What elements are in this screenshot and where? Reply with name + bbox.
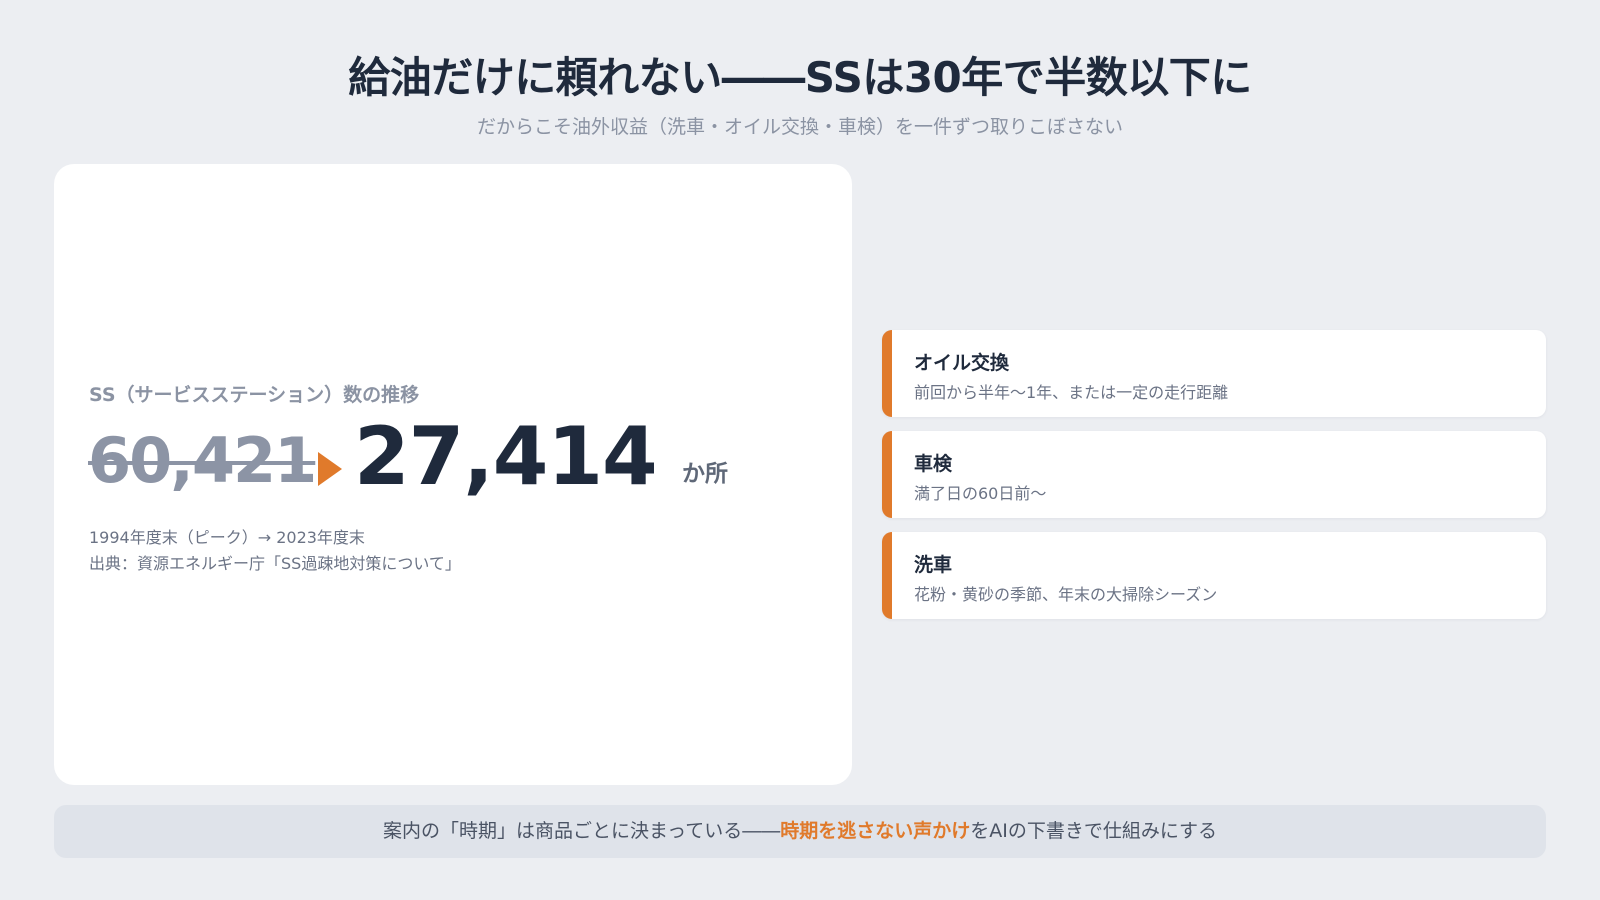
triangle-right-icon bbox=[318, 452, 342, 486]
timing-card-desc: 満了日の60日前〜 bbox=[914, 484, 1047, 503]
timing-card-title: オイル交換 bbox=[914, 352, 1010, 374]
page-title: 給油だけに頼れない――SSは30年で半数以下に bbox=[348, 53, 1252, 102]
stat-card: SS（サービスステーション）数の推移 60,421 27,414 か所 1994… bbox=[54, 164, 852, 785]
banner-prefix: 案内の「時期」は商品ごとに決まっている―― bbox=[382, 820, 781, 842]
old-value: 60,421 bbox=[88, 424, 317, 497]
slide: 給油だけに頼れない――SSは30年で半数以下に だからこそ油外収益（洗車・オイル… bbox=[0, 0, 1600, 900]
new-value: 27,414 bbox=[354, 410, 658, 503]
value-unit: か所 bbox=[682, 461, 728, 487]
stat-label: SS（サービスステーション）数の推移 bbox=[89, 384, 420, 406]
timing-card-title: 車検 bbox=[914, 453, 953, 475]
timing-card-desc: 前回から半年〜1年、または一定の走行距離 bbox=[914, 383, 1229, 402]
timing-card-inspection: 車検 満了日の60日前〜 bbox=[882, 431, 1546, 518]
timing-card-oil-change: オイル交換 前回から半年〜1年、または一定の走行距離 bbox=[882, 330, 1546, 417]
banner-highlight: 時期を逃さない声かけ bbox=[780, 820, 971, 842]
page-subtitle: だからこそ油外収益（洗車・オイル交換・車検）を一件ずつ取りこぼさない bbox=[476, 116, 1123, 138]
stat-period: 1994年度末（ピーク）→ 2023年度末 bbox=[89, 528, 365, 547]
timing-list: オイル交換 前回から半年〜1年、または一定の走行距離 車検 満了日の60日前〜 … bbox=[882, 330, 1546, 633]
timing-card-car-wash: 洗車 花粉・黄砂の季節、年末の大掃除シーズン bbox=[882, 532, 1546, 619]
stat-comparison: 60,421 27,414 か所 bbox=[88, 410, 828, 503]
stat-source: 出典：資源エネルギー庁「SS過疎地対策について」 bbox=[89, 554, 461, 573]
timing-card-desc: 花粉・黄砂の季節、年末の大掃除シーズン bbox=[914, 585, 1218, 604]
banner-suffix: をAIの下書きで仕組みにする bbox=[970, 820, 1218, 842]
timing-card-title: 洗車 bbox=[914, 554, 953, 576]
summary-banner: 案内の「時期」は商品ごとに決まっている――時期を逃さない声かけをAIの下書きで仕… bbox=[54, 805, 1546, 858]
